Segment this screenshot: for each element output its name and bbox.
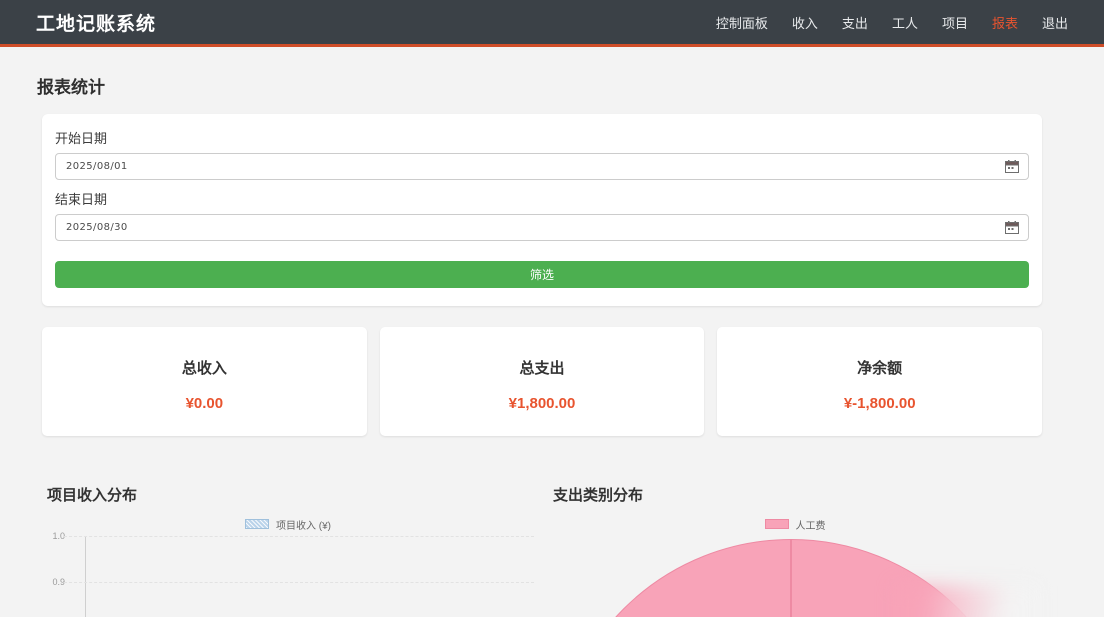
pie-chart-legend: 人工费 [548, 518, 1042, 530]
gridline [64, 536, 534, 537]
start-date-input[interactable]: 2025/08/01 [55, 153, 1029, 180]
calendar-icon[interactable] [1005, 160, 1019, 173]
end-date-label: 结束日期 [55, 189, 1029, 208]
app-header: 工地记账系统 控制面板 收入 支出 工人 项目 报表 退出 [0, 0, 1104, 47]
start-date-label: 开始日期 [55, 128, 1029, 147]
pie-chart-area [548, 534, 1042, 617]
net-balance-value: ¥-1,800.00 [717, 395, 1042, 412]
nav-item-reports[interactable]: 报表 [992, 13, 1018, 32]
pie-slice-labor-cost[interactable] [554, 539, 1028, 617]
total-income-label: 总收入 [42, 357, 367, 378]
bar-chart-title: 项目收入分布 [47, 484, 534, 505]
end-date-value: 2025/08/30 [66, 222, 128, 233]
project-income-chart: 项目收入分布 项目收入 (¥) 1.00.90.80.70.60.50.4 [42, 484, 534, 617]
nav-item-logout[interactable]: 退出 [1042, 13, 1068, 32]
pie-chart-title: 支出类别分布 [553, 484, 1042, 505]
filter-form-card: 开始日期 2025/08/01 结束日期 2025/08/30 筛选 [42, 114, 1042, 306]
bar-chart-plot: 1.00.90.80.70.60.50.4 [42, 536, 534, 617]
total-income-value: ¥0.00 [42, 395, 367, 412]
y-axis-line [85, 536, 86, 617]
net-balance-label: 净余额 [717, 357, 1042, 378]
app-title: 工地记账系统 [36, 9, 156, 36]
total-expense-card: 总支出 ¥1,800.00 [380, 327, 705, 436]
main-nav: 控制面板 收入 支出 工人 项目 报表 退出 [716, 13, 1068, 32]
nav-item-workers[interactable]: 工人 [892, 13, 918, 32]
charts-row: 项目收入分布 项目收入 (¥) 1.00.90.80.70.60.50.4 支出… [42, 484, 1042, 617]
pie-slice-seam [790, 540, 792, 617]
bar-legend-swatch [245, 519, 269, 529]
expense-category-chart: 支出类别分布 人工费 [548, 484, 1042, 617]
total-expense-value: ¥1,800.00 [380, 395, 705, 412]
nav-item-income[interactable]: 收入 [792, 13, 818, 32]
bar-legend-label: 项目收入 (¥) [276, 517, 331, 532]
end-date-input[interactable]: 2025/08/30 [55, 214, 1029, 241]
bar-chart-legend: 项目收入 (¥) [42, 518, 534, 530]
gridline [64, 582, 534, 583]
net-balance-card: 净余额 ¥-1,800.00 [717, 327, 1042, 436]
filter-button[interactable]: 筛选 [55, 261, 1029, 288]
pie-legend-swatch [765, 519, 789, 529]
nav-item-expense[interactable]: 支出 [842, 13, 868, 32]
total-expense-label: 总支出 [380, 357, 705, 378]
total-income-card: 总收入 ¥0.00 [42, 327, 367, 436]
summary-cards-row: 总收入 ¥0.00 总支出 ¥1,800.00 净余额 ¥-1,800.00 [42, 327, 1042, 436]
start-date-value: 2025/08/01 [66, 161, 128, 172]
pie-legend-label: 人工费 [796, 517, 826, 532]
nav-item-projects[interactable]: 项目 [942, 13, 968, 32]
page-content: 报表统计 开始日期 2025/08/01 结束日期 2025/08/30 筛选 … [42, 73, 1042, 617]
page-title: 报表统计 [37, 73, 1042, 98]
nav-item-dashboard[interactable]: 控制面板 [716, 13, 768, 32]
y-tick-label: 1.0 [42, 531, 65, 541]
y-tick-label: 0.9 [42, 577, 65, 587]
calendar-icon[interactable] [1005, 221, 1019, 234]
